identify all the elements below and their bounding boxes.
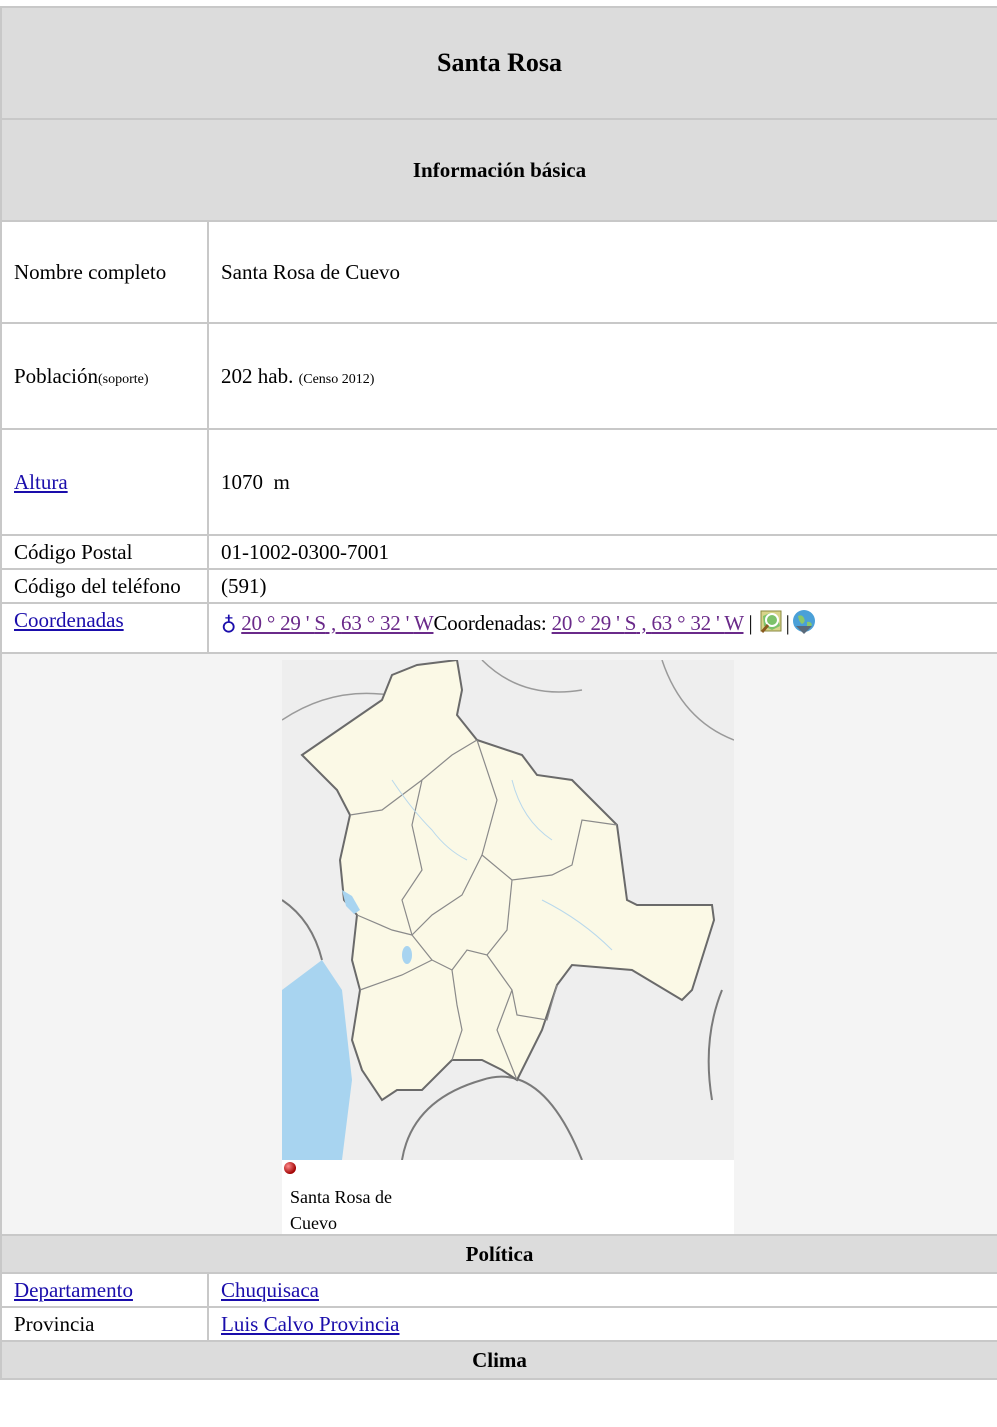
- label-population: Población: [14, 363, 98, 388]
- location-marker-icon: [284, 1162, 296, 1174]
- map-caption: Santa Rosa de Cuevo: [290, 1187, 392, 1233]
- coord-repeat-label: Coordenadas:: [433, 610, 552, 635]
- label-full-name: Nombre completo: [0, 220, 209, 324]
- coord-lon-dir-link[interactable]: W: [414, 611, 434, 635]
- value-population-note: (Censo 2012): [298, 371, 375, 387]
- section-heading-politics: Política: [0, 1234, 997, 1274]
- coord-lat-dir-link[interactable]: S: [314, 611, 326, 635]
- page-title: Santa Rosa: [0, 6, 997, 120]
- coord-lon-dir-link-2[interactable]: W: [724, 611, 743, 635]
- value-altitude: 1070 m: [207, 428, 997, 536]
- value-coords: ♁ 20 ° 29 ' S , 63 ° 32 ' WCoordenadas: …: [207, 602, 997, 654]
- label-phone: Código del teléfono: [0, 568, 209, 604]
- map-cell: Santa Rosa de Cuevo: [0, 652, 997, 1236]
- row-phone: Código del teléfono (591): [0, 568, 997, 604]
- row-population: Población(soporte) 202 hab. (Censo 2012): [0, 322, 997, 430]
- coord-lat-link-2[interactable]: 20 ° 29 ': [552, 611, 625, 635]
- coord-lon-link[interactable]: 63 ° 32 ': [341, 611, 414, 635]
- section-climate: Clima: [0, 1340, 997, 1380]
- globe-icon[interactable]: [790, 608, 818, 642]
- row-full-name: Nombre completo Santa Rosa de Cuevo: [0, 220, 997, 324]
- value-province-cell: Luis Calvo Provincia: [207, 1306, 997, 1342]
- coord-pipe: |: [743, 610, 758, 635]
- coord-lat-dir-link-2[interactable]: S: [625, 611, 637, 635]
- row-postal: Código Postal 01-1002-0300-7001: [0, 534, 997, 570]
- label-department-cell: Departamento: [0, 1272, 209, 1308]
- section-politics: Política: [0, 1234, 997, 1274]
- value-postal: 01-1002-0300-7001: [207, 534, 997, 570]
- row-province: Provincia Luis Calvo Provincia: [0, 1306, 997, 1342]
- bolivia-map: [282, 660, 734, 1160]
- label-coords-cell: Coordenadas: [0, 602, 209, 654]
- coord-sep-link-2[interactable]: ,: [636, 611, 651, 635]
- link-altitude[interactable]: Altura: [14, 470, 68, 494]
- link-chuquisaca[interactable]: Chuquisaca: [221, 1278, 319, 1302]
- value-population: 202 hab.: [221, 363, 294, 388]
- link-province[interactable]: Luis Calvo Provincia: [221, 1312, 399, 1336]
- coord-lon-link-2[interactable]: 63 ° 32 ': [651, 611, 724, 635]
- row-altitude: Altura 1070 m: [0, 428, 997, 536]
- coord-sep-link[interactable]: ,: [326, 611, 341, 635]
- label-altitude-cell: Altura: [0, 428, 209, 536]
- row-department: Departamento Chuquisaca: [0, 1272, 997, 1308]
- section-basic: Información básica: [0, 118, 997, 222]
- value-population-cell: 202 hab. (Censo 2012): [207, 322, 997, 430]
- link-coordinates[interactable]: Coordenadas: [14, 608, 124, 632]
- value-full-name: Santa Rosa de Cuevo: [207, 220, 997, 324]
- section-heading-basic: Información básica: [0, 118, 997, 222]
- map-magnifier-icon[interactable]: [758, 608, 786, 642]
- label-province: Provincia: [0, 1306, 209, 1342]
- link-department[interactable]: Departamento: [14, 1278, 133, 1302]
- label-population-note: (soporte): [98, 371, 149, 387]
- infobox-table: Santa Rosa Información básica Nombre com…: [0, 6, 997, 1380]
- row-coords: Coordenadas ♁ 20 ° 29 ' S , 63 ° 32 ' WC…: [0, 602, 997, 654]
- coord-lat-link[interactable]: 20 ° 29 ': [241, 611, 314, 635]
- label-population-cell: Población(soporte): [0, 322, 209, 430]
- value-department-cell: Chuquisaca: [207, 1272, 997, 1308]
- row-map: Santa Rosa de Cuevo: [0, 652, 997, 1236]
- value-phone: (591): [207, 568, 997, 604]
- location-map: Santa Rosa de Cuevo: [282, 660, 734, 1233]
- label-postal: Código Postal: [0, 534, 209, 570]
- globe-symbol-link[interactable]: ♁: [221, 611, 236, 635]
- section-heading-climate: Clima: [0, 1340, 997, 1380]
- title-row: Santa Rosa: [0, 6, 997, 120]
